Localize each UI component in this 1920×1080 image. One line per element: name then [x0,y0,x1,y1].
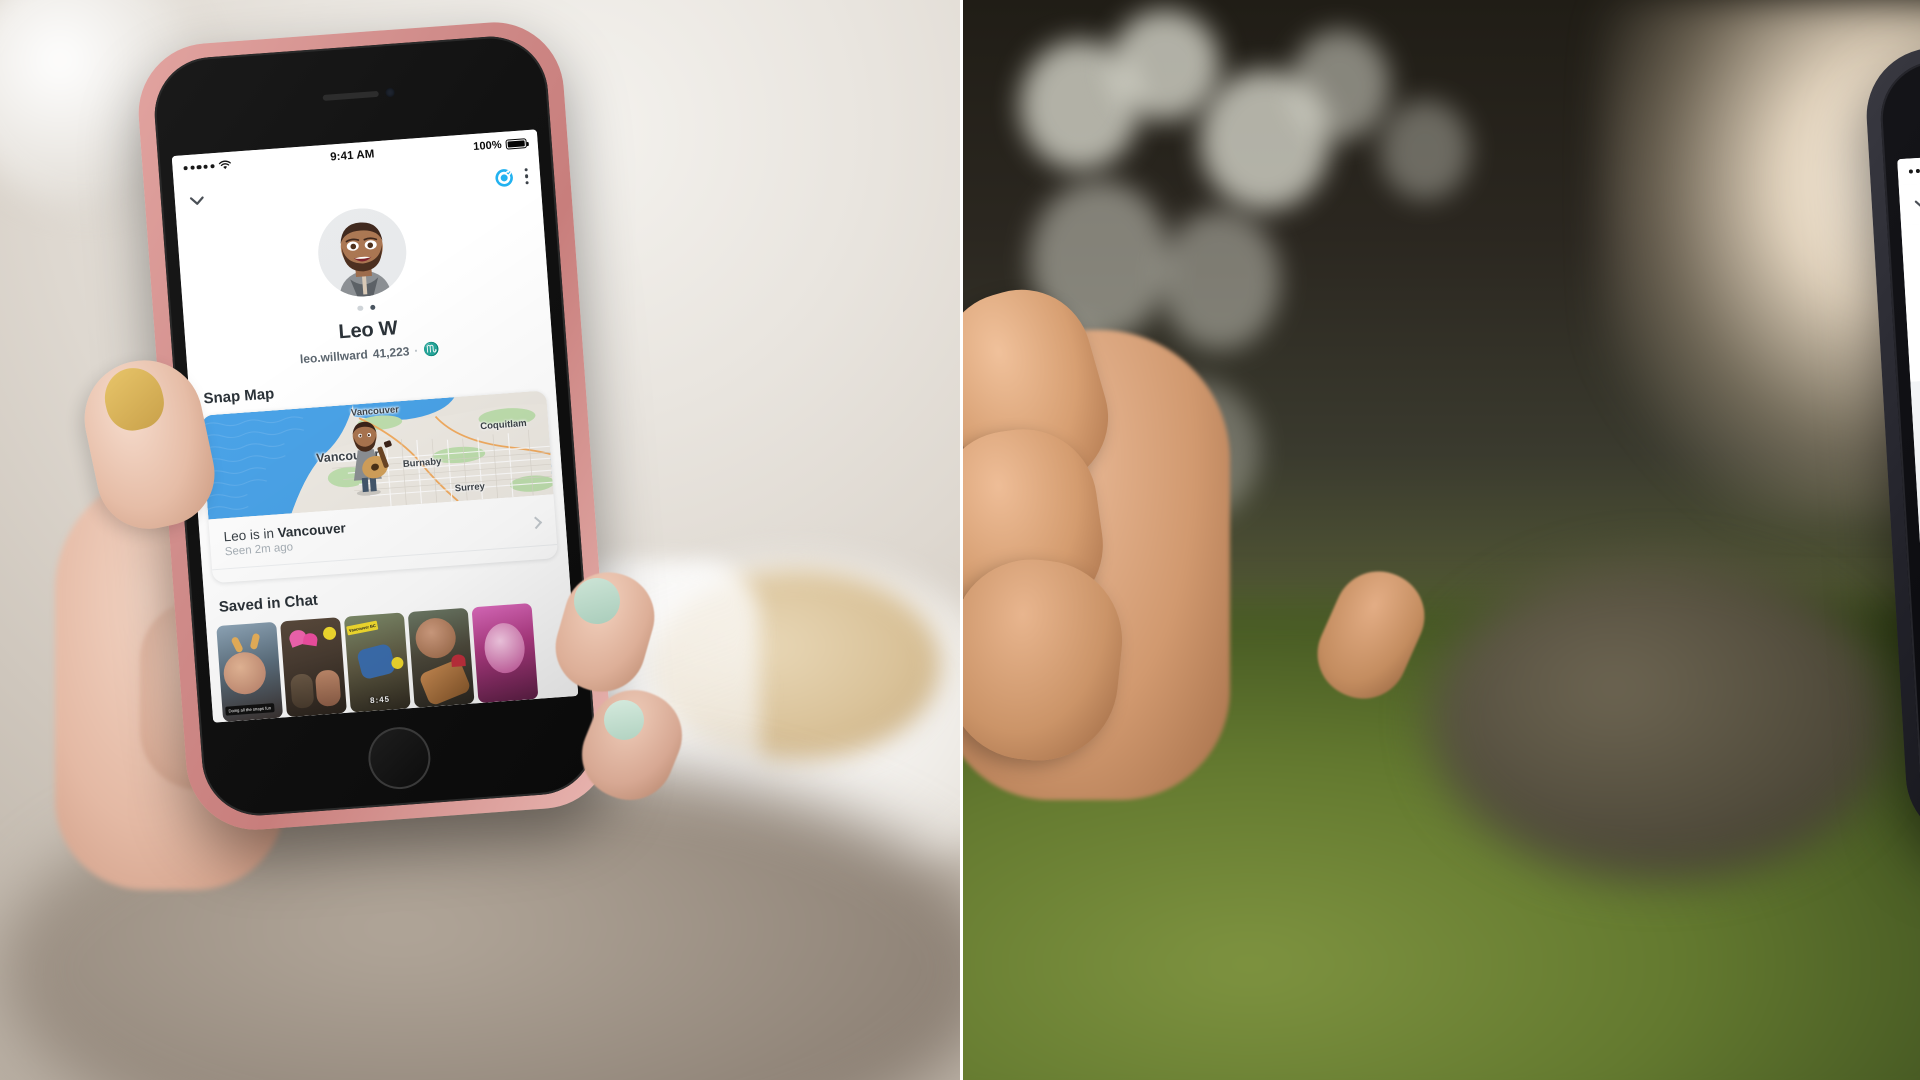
signal-dots-icon [1908,168,1920,174]
status-signal [183,160,232,173]
status-bar: 9:41 AM 100% [1897,137,1920,186]
snap-map-heading: Snap Map [202,385,275,408]
status-signal [1908,164,1920,177]
wifi-icon [218,160,231,170]
battery-icon [505,138,528,150]
left-scene: 9:41 AM 100% Leo W leo.willward 41,223 ·… [0,0,960,1080]
pager-dot-1[interactable] [357,305,364,312]
saved-snap-caption: 8:45 [369,694,391,706]
snapscore-label: 41,223 [372,344,410,362]
subline-separator: · [413,344,419,359]
page-title: Leo W [337,317,399,344]
chevron-down-icon[interactable] [186,190,207,211]
home-button[interactable] [366,724,433,792]
group-header: Roomies New Chat from Lindsay · 10m [1901,203,1920,383]
zodiac-icon[interactable]: ♏ [423,341,440,358]
screenshot-stage: 9:41 AM 100% Leo W leo.willward 41,223 ·… [0,0,1920,1080]
saved-snap-thumb[interactable] [471,603,539,704]
left-screen: 9:41 AM 100% Leo W leo.willward 41,223 ·… [171,129,579,723]
earpiece-speaker [322,90,379,101]
panel-divider [960,0,963,1080]
battery-percent: 100% [472,138,503,154]
saved-snap-thumb[interactable] [280,617,347,718]
saved-in-chat-heading: Saved in Chat [218,591,319,616]
more-options-icon[interactable] [524,168,529,185]
bitmoji-avatar-leo [318,208,407,299]
signal-dots-icon [183,163,215,171]
pager-dot-2[interactable] [369,304,376,311]
saved-snap-thumb[interactable]: Vancouver BC 8:45 [343,612,411,713]
pastry-blur [650,570,940,760]
front-camera [385,87,395,98]
snap-map-card[interactable]: Vancouver Vancouver Burnaby Coquitlam Su… [200,390,559,584]
saved-snap-caption: Doing all the snaps fun [225,702,275,716]
map-label-surrey: Surrey [454,481,486,495]
profile-header: Leo W leo.willward 41,223 · ♏ [177,195,553,376]
snapcode-icon[interactable] [493,167,514,188]
location-prefix: Leo is in [223,525,279,545]
left-phone: 9:41 AM 100% Leo W leo.willward 41,223 ·… [133,17,617,835]
phone-body: 9:41 AM 100% [150,32,600,820]
saved-snap-thumb[interactable]: Doing all the snaps fun [216,621,284,722]
background-rock-blur [1430,560,1890,880]
sky-glow [1600,0,1920,520]
saved-snap-thumb[interactable] [407,607,475,708]
chevron-down-icon[interactable] [1911,193,1920,214]
avatar-pager[interactable] [357,304,376,312]
avatar[interactable] [315,205,410,300]
status-battery: 100% [472,137,528,154]
right-scene: 9:41 AM 100% [960,0,1920,1080]
